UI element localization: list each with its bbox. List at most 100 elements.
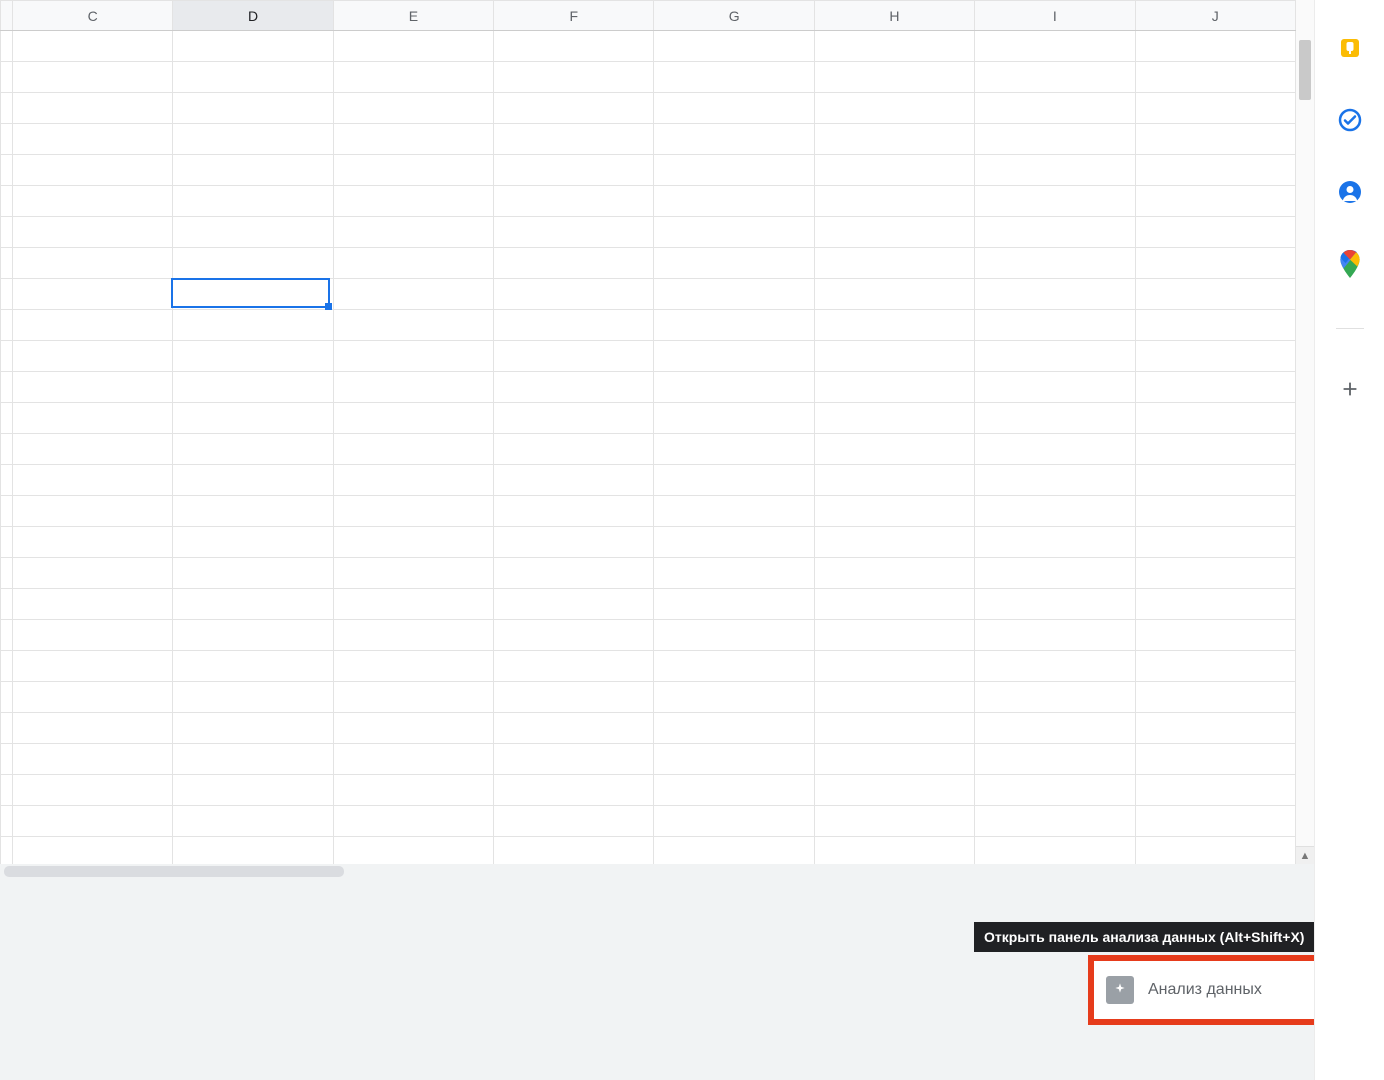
row-gutter-cell[interactable] [1,155,13,186]
cell[interactable] [333,31,493,62]
row-gutter-cell[interactable] [1,279,13,310]
cell[interactable] [654,806,814,837]
spreadsheet-grid[interactable]: C D E F G H I J [0,0,1296,864]
cell[interactable] [1135,713,1295,744]
cell[interactable] [173,186,333,217]
cell[interactable] [494,403,654,434]
grid-row[interactable] [1,527,1296,558]
cell[interactable] [814,651,974,682]
cell[interactable] [333,62,493,93]
cell[interactable] [173,651,333,682]
cell[interactable] [13,744,173,775]
cell[interactable] [1135,589,1295,620]
cell[interactable] [494,837,654,865]
cell[interactable] [173,620,333,651]
cell[interactable] [814,713,974,744]
grid-row[interactable] [1,589,1296,620]
cell[interactable] [975,465,1135,496]
row-gutter-cell[interactable] [1,93,13,124]
cell[interactable] [333,558,493,589]
cell[interactable] [975,527,1135,558]
cell[interactable] [333,713,493,744]
cell[interactable] [494,310,654,341]
grid-row[interactable] [1,837,1296,865]
cell[interactable] [1135,496,1295,527]
row-gutter-cell[interactable] [1,403,13,434]
row-gutter-cell[interactable] [1,651,13,682]
cell[interactable] [173,682,333,713]
grid-row[interactable] [1,341,1296,372]
cell[interactable] [1135,403,1295,434]
cell[interactable] [1135,651,1295,682]
cell[interactable] [814,31,974,62]
cell[interactable] [333,248,493,279]
cell[interactable] [975,651,1135,682]
cell[interactable] [654,124,814,155]
cell[interactable] [333,310,493,341]
row-gutter-cell[interactable] [1,186,13,217]
cell[interactable] [13,62,173,93]
cell[interactable] [654,217,814,248]
cell[interactable] [1135,806,1295,837]
cell[interactable] [333,651,493,682]
cell[interactable] [333,186,493,217]
cell[interactable] [494,496,654,527]
cell[interactable] [814,403,974,434]
cell[interactable] [814,589,974,620]
cell[interactable] [975,248,1135,279]
cell[interactable] [494,465,654,496]
add-icon[interactable] [1336,375,1364,403]
cell[interactable] [654,434,814,465]
cell[interactable] [654,651,814,682]
cell[interactable] [1135,341,1295,372]
cell[interactable] [173,31,333,62]
cell[interactable] [13,434,173,465]
row-gutter-cell[interactable] [1,341,13,372]
col-header-H[interactable]: H [814,1,974,31]
cell[interactable] [1135,186,1295,217]
col-header-E[interactable]: E [333,1,493,31]
cell[interactable] [975,775,1135,806]
cell[interactable] [13,682,173,713]
cell[interactable] [1135,527,1295,558]
cell[interactable] [333,465,493,496]
cell[interactable] [173,496,333,527]
cell[interactable] [333,217,493,248]
grid-row[interactable] [1,217,1296,248]
cell[interactable] [654,775,814,806]
cell[interactable] [173,248,333,279]
row-gutter-cell[interactable] [1,124,13,155]
cell[interactable] [975,589,1135,620]
cell[interactable] [13,837,173,865]
row-gutter-cell[interactable] [1,217,13,248]
cell[interactable] [494,651,654,682]
cell[interactable] [494,682,654,713]
cell[interactable] [13,186,173,217]
cell[interactable] [975,124,1135,155]
cell[interactable] [975,713,1135,744]
cell[interactable] [814,279,974,310]
grid-row[interactable] [1,31,1296,62]
cell[interactable] [814,155,974,186]
cell[interactable] [975,93,1135,124]
cell[interactable] [814,124,974,155]
cell[interactable] [654,341,814,372]
cell[interactable] [13,620,173,651]
contacts-icon[interactable] [1336,178,1364,206]
cell[interactable] [173,744,333,775]
cell[interactable] [333,341,493,372]
cell[interactable] [975,186,1135,217]
cell[interactable] [814,217,974,248]
cell[interactable] [814,682,974,713]
cell[interactable] [1135,62,1295,93]
cell[interactable] [654,310,814,341]
cell[interactable] [975,806,1135,837]
column-header-row[interactable]: C D E F G H I J [1,1,1296,31]
cell[interactable] [173,837,333,865]
row-gutter-cell[interactable] [1,527,13,558]
cell[interactable] [975,217,1135,248]
grid-row[interactable] [1,155,1296,186]
grid-row[interactable] [1,124,1296,155]
cell[interactable] [494,62,654,93]
cell[interactable] [494,124,654,155]
